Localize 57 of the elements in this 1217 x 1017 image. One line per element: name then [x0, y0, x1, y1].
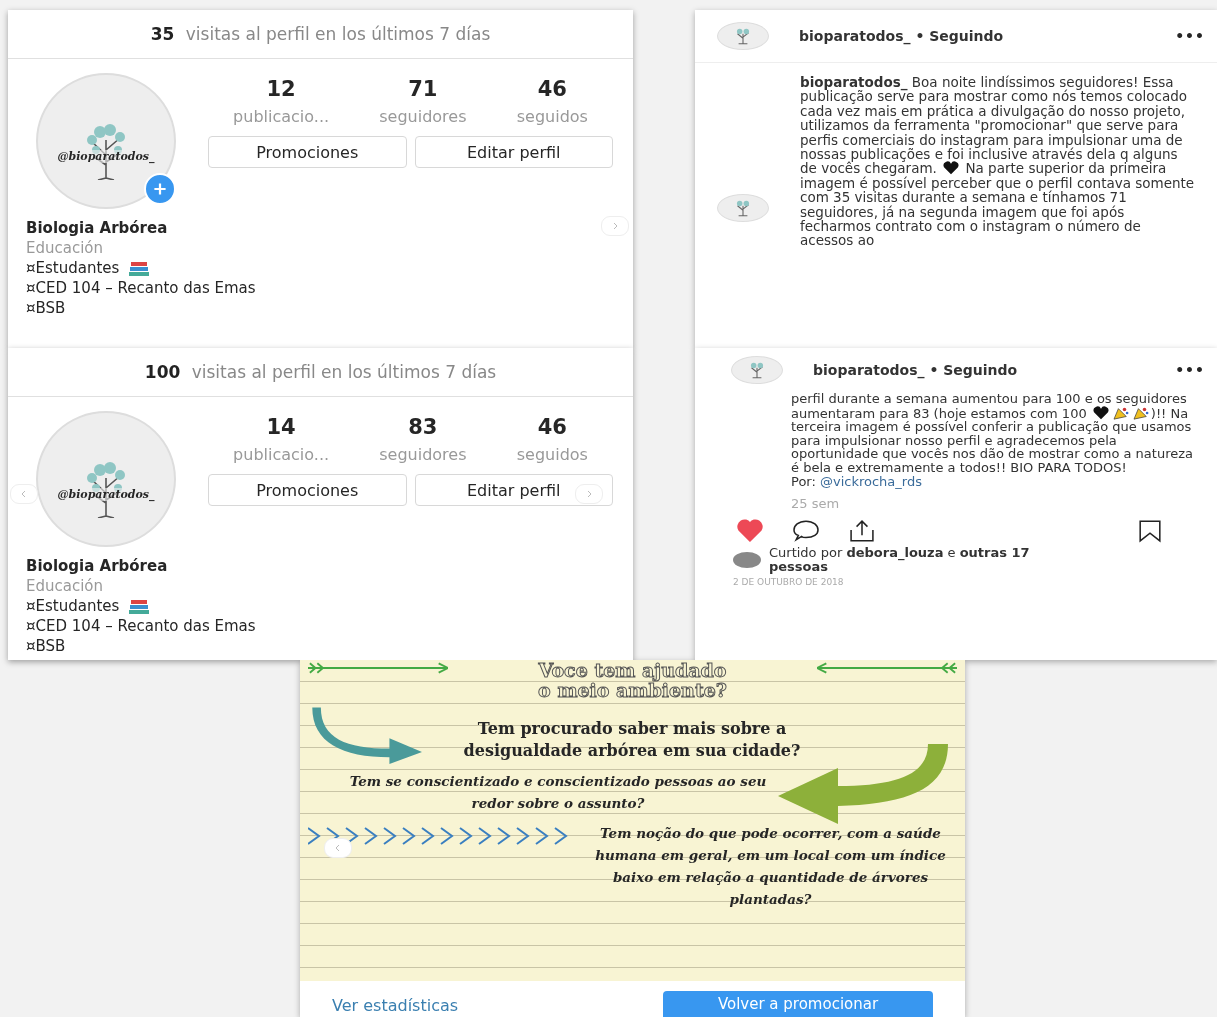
previous-icon[interactable] [10, 484, 38, 504]
user-avatar[interactable] [717, 22, 769, 50]
stat-label: seguidos [516, 107, 588, 126]
bio-line: ¤BSB [26, 299, 66, 318]
visits-text: 100 visitas al perfil en los últimos 7 días [8, 348, 633, 397]
previous-icon[interactable] [324, 838, 352, 858]
avatar-caption: @bioparatodos_ [57, 149, 155, 163]
more-button[interactable]: ••• [1175, 362, 1205, 378]
profile-name: Biologia Arbórea [26, 557, 169, 576]
avatar-caption: @bioparatodos_ [57, 487, 155, 501]
post-header: bioparatodos_ • Seguindo [813, 362, 1019, 378]
caption-text: perfil durante a semana aumentou para 100 e os seguidores aumentaram para 83 (hoje estamos com 100 )!! Na terceira imagem é possível conferir a publicação que usamos para impulsionar nosso perfil e agradecemos pela oportunidade que vocês nos dão de mostrar como a natureza é bela e extremamente a todos!! BIO PARA TODOS! Por: @vickrocha_rds [791, 392, 1194, 489]
question-text: Tem se conscientizado e conscientizado pessoas ao seu redor sobre o assunto? [348, 772, 768, 813]
question-text: Tem procurado saber mais sobre a desigualdade arbórea em sua cidade? [462, 718, 802, 762]
bio-line: ¤Estudantes [26, 597, 120, 616]
arrow-icon [308, 662, 448, 674]
profile-avatar[interactable]: @bioparatodos_ [36, 73, 176, 209]
stat-label: publicacio... [233, 107, 330, 126]
post-time: 25 sem [791, 496, 841, 512]
post-date: 2 DE OUTUBRO DE 2018 [733, 577, 845, 588]
stat-count: 83 [408, 415, 438, 439]
heart-icon [1090, 405, 1111, 420]
stat-count: 46 [537, 415, 567, 439]
stat-label: seguidores [379, 445, 467, 464]
party-popper-icon [1130, 405, 1151, 420]
stat-label: seguidos [516, 445, 588, 464]
statistics-link[interactable]: Ver estadísticas [332, 996, 459, 1017]
caption-text: bioparatodos_ Boa noite lindíssimos seguidores! Essa publicação serve para mostrar como nós temos colocado cada vez mais em prática a divulgação do nosso projeto, utilizamos da ferramenta "promocionar" que serve para perfis comerciais do instagram para impulsionar uma de nossas publicações e foi inclusive através dela q alguns de vocês chegaram. Na parte superior da primeira imagem é possível perceber que o perfil contava somente com 35 visitas durante a semana e tínhamos 71 seguidores, já na segunda imagem que foi após fecharmos contrato com o instagram o número de acessos ao [800, 75, 1196, 248]
liker-avatar [733, 552, 761, 569]
user-avatar[interactable] [731, 356, 783, 384]
bio-line: ¤BSB [26, 637, 66, 656]
arrow-icon [817, 662, 957, 674]
profile-button[interactable]: Promociones [208, 136, 407, 168]
visits-text: 35 visitas al perfil en los últimos 7 días [8, 10, 633, 59]
likes-text: Curtido por debora_louza e outras 17 pessoas [769, 546, 1031, 575]
bio-line: ¤CED 104 – Recanto das Emas [26, 617, 256, 636]
profile-category: Educación [26, 239, 105, 258]
profile-button[interactable]: Editar perfil [414, 136, 613, 168]
stat-label: seguidores [379, 107, 467, 126]
profile-category: Educación [26, 577, 105, 596]
stat-count: 46 [537, 77, 567, 101]
profile-button[interactable]: Editar perfil [414, 474, 613, 506]
profile-avatar[interactable]: @bioparatodos_ [36, 411, 176, 547]
party-popper-icon [1110, 405, 1131, 420]
promo-title: o meio ambiente? [537, 680, 728, 700]
profile-button[interactable]: Promociones [208, 474, 407, 506]
bio-line: ¤CED 104 – Recanto das Emas [26, 279, 256, 298]
post-header: bioparatodos_ • Seguindo [799, 28, 1005, 44]
question-text: Tem noção do que pode ocorrer, com a saúde humana em geral, em um local com um índice baixo em relação a quantidade de árvores plantadas? [594, 824, 947, 909]
bio-line: ¤Estudantes [26, 259, 120, 278]
stat-count: 14 [266, 415, 296, 439]
stat-count: 12 [266, 77, 296, 101]
mention-link[interactable]: @vickrocha_rds [819, 473, 922, 489]
stat-label: publicacio... [233, 445, 330, 464]
more-button[interactable]: ••• [1175, 28, 1205, 44]
profile-name: Biologia Arbórea [26, 219, 169, 238]
stat-count: 71 [408, 77, 438, 101]
